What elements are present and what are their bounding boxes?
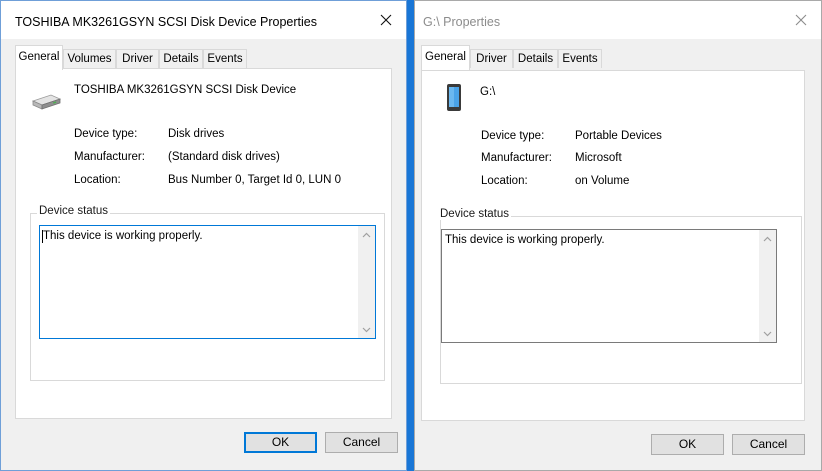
cancel-button[interactable]: Cancel bbox=[325, 432, 398, 453]
scroll-down-icon[interactable] bbox=[358, 321, 375, 338]
ok-button[interactable]: OK bbox=[244, 432, 317, 453]
location-label: Location: bbox=[74, 174, 121, 186]
tab-events[interactable]: Events bbox=[558, 49, 602, 68]
scroll-up-icon[interactable] bbox=[358, 226, 375, 243]
scroll-up-icon[interactable] bbox=[759, 230, 776, 247]
status-scrollbar[interactable] bbox=[358, 226, 375, 338]
device-status-label: Device status bbox=[438, 208, 512, 220]
title-bar[interactable]: TOSHIBA MK3261GSYN SCSI Disk Device Prop… bbox=[1, 1, 406, 39]
device-status-textbox[interactable]: This device is working properly. bbox=[39, 225, 376, 339]
cancel-button[interactable]: Cancel bbox=[732, 434, 805, 455]
general-tab-panel: TOSHIBA MK3261GSYN SCSI Disk Device Devi… bbox=[15, 68, 392, 419]
device-status-textbox[interactable]: This device is working properly. bbox=[441, 229, 777, 343]
device-name: G:\ bbox=[480, 86, 496, 98]
tab-driver[interactable]: Driver bbox=[470, 49, 513, 68]
close-button[interactable] bbox=[366, 1, 406, 39]
status-text: This device is working properly. bbox=[445, 234, 605, 246]
dialog-title: TOSHIBA MK3261GSYN SCSI Disk Device Prop… bbox=[15, 15, 317, 29]
manufacturer-label: Manufacturer: bbox=[481, 152, 552, 164]
tab-events[interactable]: Events bbox=[203, 49, 247, 68]
disk-drive-icon bbox=[31, 93, 62, 114]
tab-general[interactable]: General bbox=[421, 45, 470, 70]
device-status-group: Device status This device is working pro… bbox=[30, 205, 385, 381]
scroll-down-icon[interactable] bbox=[759, 325, 776, 342]
close-icon bbox=[380, 14, 392, 26]
dialog-title: G:\ Properties bbox=[423, 15, 501, 29]
tab-driver[interactable]: Driver bbox=[116, 49, 159, 68]
location-value: on Volume bbox=[575, 175, 630, 187]
close-icon bbox=[795, 14, 807, 26]
device-status-group: Device status This device is working pro… bbox=[438, 208, 802, 384]
device-type-label: Device type: bbox=[74, 128, 138, 140]
title-bar[interactable]: G:\ Properties bbox=[415, 1, 821, 39]
tab-details[interactable]: Details bbox=[159, 49, 203, 68]
drive-g-properties-dialog: G:\ Properties General Driver Details Ev… bbox=[414, 0, 822, 471]
close-button[interactable] bbox=[781, 1, 821, 39]
disk-properties-dialog: TOSHIBA MK3261GSYN SCSI Disk Device Prop… bbox=[0, 0, 407, 471]
tab-volumes[interactable]: Volumes bbox=[63, 49, 116, 68]
device-type-label: Device type: bbox=[481, 130, 545, 142]
location-value: Bus Number 0, Target Id 0, LUN 0 bbox=[168, 174, 342, 186]
ok-button[interactable]: OK bbox=[651, 434, 724, 455]
location-label: Location: bbox=[481, 175, 528, 187]
manufacturer-value: (Standard disk drives) bbox=[168, 151, 280, 163]
device-type-value: Portable Devices bbox=[575, 130, 662, 142]
tab-general[interactable]: General bbox=[15, 45, 63, 70]
manufacturer-label: Manufacturer: bbox=[74, 151, 145, 163]
device-type-value: Disk drives bbox=[168, 128, 225, 140]
portable-device-icon bbox=[444, 83, 464, 116]
device-status-label: Device status bbox=[37, 205, 111, 217]
tab-details[interactable]: Details bbox=[513, 49, 558, 68]
general-tab-panel: G:\ Device type: Portable Devices Manufa… bbox=[421, 70, 805, 421]
status-text: This device is working properly. bbox=[43, 230, 203, 242]
status-scrollbar[interactable] bbox=[759, 230, 776, 342]
manufacturer-value: Microsoft bbox=[575, 152, 622, 164]
device-name: TOSHIBA MK3261GSYN SCSI Disk Device bbox=[74, 84, 297, 96]
